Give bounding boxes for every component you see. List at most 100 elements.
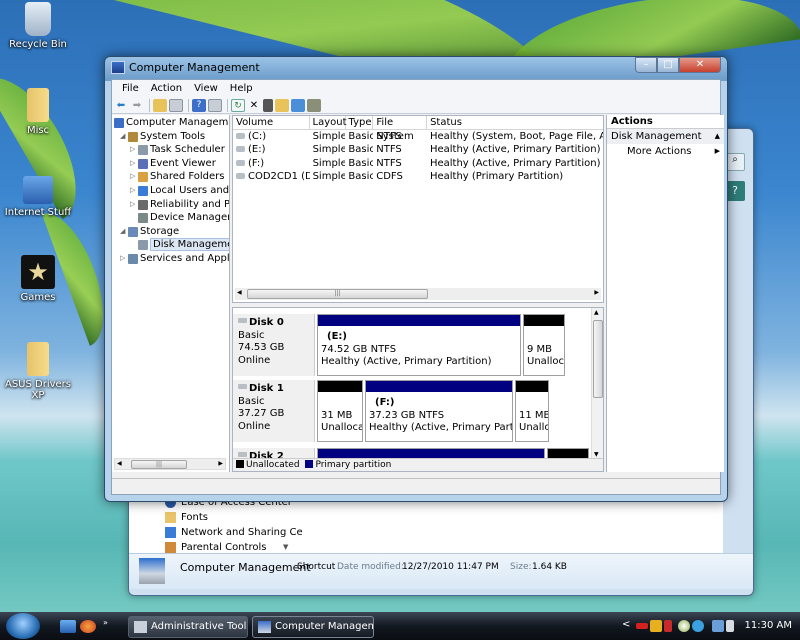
- partition-unallocated[interactable]: 31 MBUnallocat: [317, 380, 363, 442]
- search-icon[interactable]: [291, 98, 305, 112]
- file-system-cell: NTFS: [376, 144, 402, 156]
- collapse-icon[interactable]: ◢: [120, 225, 125, 239]
- collapse-icon[interactable]: ▲: [715, 129, 720, 144]
- settings-icon[interactable]: [307, 98, 321, 112]
- tree-node[interactable]: ▷ Reliability and Perf: [112, 198, 229, 212]
- tree-node[interactable]: Computer Management: [112, 116, 229, 130]
- desktop-icon-internet-stuff[interactable]: Internet Stuff: [0, 176, 76, 218]
- disk-label[interactable]: Disk 1 Basic 37.27 GB Online: [233, 380, 315, 442]
- list-item[interactable]: Fonts: [165, 510, 325, 525]
- tree-node[interactable]: ◢ System Tools: [112, 130, 229, 144]
- tray-icon-3m[interactable]: [636, 623, 648, 629]
- tray-icon-sync[interactable]: [650, 620, 662, 632]
- actions-section-label: Disk Management: [611, 131, 702, 142]
- quick-launch-overflow[interactable]: »: [103, 618, 108, 627]
- forward-icon[interactable]: ➡: [130, 99, 144, 112]
- expand-icon[interactable]: ▷: [130, 170, 135, 184]
- partition-label: (F:): [375, 397, 395, 408]
- tree-node[interactable]: ◢ Storage: [112, 225, 229, 239]
- tree-node[interactable]: ▷ Event Viewer: [112, 157, 229, 171]
- partition-primary[interactable]: (F:) 37.23 GB NTFS Healthy (Active, Primar…: [365, 380, 513, 442]
- up-folder-icon[interactable]: [153, 98, 167, 112]
- network-sharing-icon: [165, 527, 176, 538]
- scroll-thumb[interactable]: |||: [247, 289, 428, 299]
- menu-help[interactable]: Help: [224, 83, 259, 94]
- scroll-right-arrow[interactable]: ▶: [594, 289, 599, 296]
- computer-management-window[interactable]: Computer Management – □ ✕ File Action Vi…: [104, 56, 728, 502]
- taskbar-button-administrative-tools[interactable]: Administrative Tools: [128, 616, 248, 638]
- tree-node[interactable]: ▷ Task Scheduler: [112, 143, 229, 157]
- back-icon[interactable]: ⬅: [114, 99, 128, 112]
- collapse-icon[interactable]: ◢: [120, 130, 125, 144]
- desktop-icon-misc[interactable]: Misc: [0, 88, 76, 136]
- scroll-left-arrow[interactable]: ◀: [237, 289, 242, 296]
- scroll-thumb[interactable]: [593, 320, 603, 398]
- desktop-icon-recycle-bin[interactable]: Recycle Bin: [0, 2, 76, 50]
- properties-icon[interactable]: [263, 98, 273, 112]
- desktop-icon-games[interactable]: ★ Games: [0, 255, 76, 303]
- tree-node[interactable]: Device Manager: [112, 211, 229, 225]
- explorer-search-button[interactable]: ⌕: [725, 153, 745, 171]
- volume-list-horizontal-scrollbar[interactable]: ◀ ||| ▶: [235, 288, 601, 300]
- column-type[interactable]: Type: [346, 116, 374, 129]
- tree-horizontal-scrollbar[interactable]: ◀ ||| ▶: [114, 458, 226, 470]
- properties-pane-icon[interactable]: [208, 98, 222, 112]
- expand-icon[interactable]: ▷: [130, 184, 135, 198]
- explorer-help-button[interactable]: ?: [725, 181, 745, 201]
- partition-primary[interactable]: (E:) 74.52 GB NTFS Healthy (Active, Primar…: [317, 314, 521, 376]
- start-button[interactable]: [6, 613, 40, 639]
- tray-icon-antivirus[interactable]: [664, 620, 672, 632]
- tree-node[interactable]: Disk Management: [112, 238, 229, 252]
- open-folder-icon[interactable]: [275, 98, 289, 112]
- minimize-button[interactable]: –: [635, 57, 657, 73]
- menu-action[interactable]: Action: [145, 83, 188, 94]
- show-desktop-icon[interactable]: [60, 620, 76, 633]
- clock[interactable]: 11:30 AM: [745, 620, 792, 631]
- network-icon[interactable]: [712, 620, 724, 632]
- column-file-system[interactable]: File System: [373, 116, 428, 142]
- expand-icon[interactable]: ▷: [120, 252, 125, 266]
- expand-icon[interactable]: ▷: [130, 143, 135, 157]
- menu-file[interactable]: File: [116, 83, 145, 94]
- graphical-view-vertical-scrollbar[interactable]: ▲ ▼: [591, 308, 603, 459]
- scroll-right-arrow[interactable]: ▶: [218, 460, 223, 467]
- volume-icon[interactable]: [726, 620, 734, 632]
- expand-icon[interactable]: ▷: [130, 157, 135, 171]
- menu-view[interactable]: View: [188, 83, 224, 94]
- table-row[interactable]: (F:) Simple Basic NTFS Healthy (Active, Prim…: [233, 157, 603, 170]
- table-row[interactable]: (C:) Simple Basic NTFS Healthy (System, Boot…: [233, 130, 603, 143]
- tree-node[interactable]: ▷ Local Users and Gr: [112, 184, 229, 198]
- tree-node[interactable]: ▷ Services and Applicat: [112, 252, 229, 266]
- action-more-actions[interactable]: More Actions ▶: [607, 144, 724, 159]
- tree-node[interactable]: ▷ Shared Folders: [112, 170, 229, 184]
- delete-icon[interactable]: ✕: [247, 99, 261, 112]
- scroll-left-arrow[interactable]: ◀: [117, 460, 122, 467]
- scroll-up-arrow[interactable]: ▲: [594, 309, 599, 316]
- disk-label[interactable]: Disk 0 Basic 74.53 GB Online: [233, 314, 315, 376]
- list-item[interactable]: Network and Sharing Ce: [165, 525, 325, 540]
- show-hide-tree-icon[interactable]: [169, 98, 183, 112]
- table-row[interactable]: (E:) Simple Basic NTFS Healthy (Active, Prim…: [233, 143, 603, 156]
- expand-icon[interactable]: ▷: [130, 198, 135, 212]
- tray-icon-disc[interactable]: [678, 620, 690, 632]
- column-volume[interactable]: Volume: [233, 116, 310, 129]
- column-status[interactable]: Status: [427, 116, 603, 129]
- column-layout[interactable]: Layout: [310, 116, 347, 129]
- explorer-scroll-down[interactable]: ▼: [283, 543, 288, 551]
- actions-section-disk-management[interactable]: Disk Management ▲: [607, 129, 724, 144]
- table-row[interactable]: COD2CD1 (D:)SimpleBasicCDFS Healthy (Prim…: [233, 170, 603, 183]
- partition-unallocated[interactable]: 11 MB Unallc: [515, 380, 549, 442]
- title-bar[interactable]: Computer Management – □ ✕: [105, 57, 727, 79]
- tray-expand-button[interactable]: <: [622, 619, 630, 630]
- partition-unallocated[interactable]: 9 MB Unalloc:: [523, 314, 565, 376]
- scroll-down-arrow[interactable]: ▼: [594, 451, 599, 458]
- help-icon[interactable]: ?: [192, 98, 206, 112]
- tray-icon-app[interactable]: [692, 620, 704, 632]
- close-button[interactable]: ✕: [679, 57, 721, 73]
- desktop-icon-asus-drivers[interactable]: ASUS Drivers XP: [0, 342, 76, 401]
- maximize-button[interactable]: □: [657, 57, 679, 73]
- firefox-icon[interactable]: [80, 620, 96, 633]
- refresh-icon[interactable]: ↻: [231, 98, 245, 112]
- taskbar-button-computer-management[interactable]: Computer Managem...: [252, 616, 374, 638]
- scroll-thumb[interactable]: |||: [131, 460, 187, 469]
